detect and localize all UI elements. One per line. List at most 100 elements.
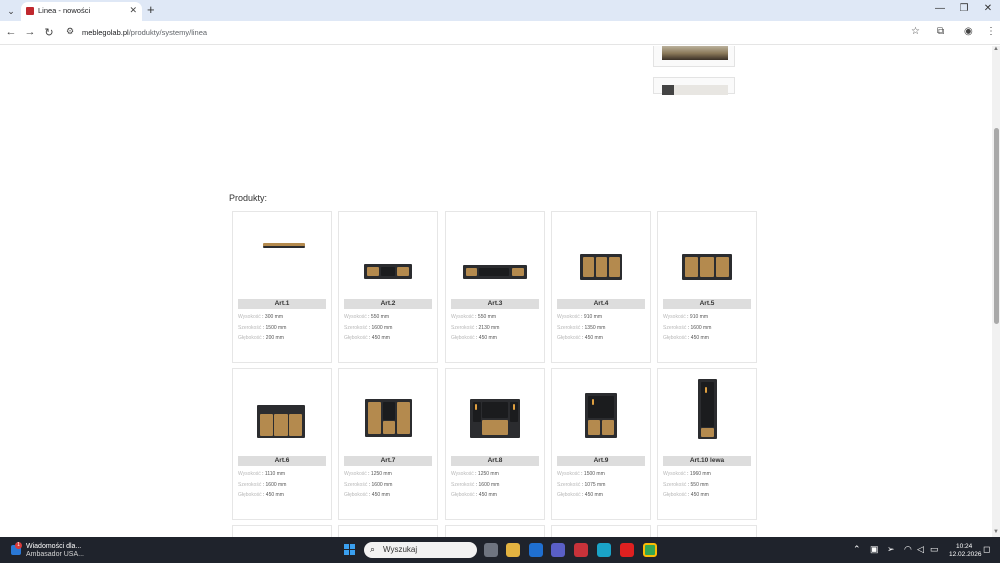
product-image[interactable] [552, 212, 650, 296]
product-card[interactable]: Art.3 Wysokość : 550 mm Szerokość : 2130 m… [445, 211, 545, 363]
gallery-thumbnail[interactable] [653, 46, 735, 67]
product-name[interactable]: Art.2 [344, 299, 432, 309]
product-name[interactable]: Art.6 [238, 456, 326, 466]
url-text[interactable]: meblegolab.pl/produkty/systemy/linea [82, 28, 207, 37]
product-card[interactable]: Art.4 Wysokość : 910 mm Szerokość : 1350 m… [551, 211, 651, 363]
product-image[interactable] [552, 369, 650, 453]
product-name[interactable]: Art.4 [557, 299, 645, 309]
product-card[interactable]: Art.2 Wysokość : 550 mm Szerokość : 1600 m… [338, 211, 438, 363]
spec-value: 450 mm [265, 492, 284, 498]
product-card[interactable] [445, 525, 545, 537]
product-image[interactable] [339, 212, 437, 296]
furniture-shape [475, 404, 477, 410]
outlook-icon[interactable] [529, 543, 543, 557]
scroll-down-icon[interactable]: ▼ [993, 529, 999, 535]
product-image[interactable] [446, 212, 544, 296]
product-image[interactable] [446, 369, 544, 453]
product-image[interactable] [233, 212, 331, 296]
notifications-icon[interactable]: ◻ [983, 544, 990, 555]
product-name[interactable]: Art.9 [557, 456, 645, 466]
task-view-icon[interactable] [484, 543, 498, 557]
taskbar-search[interactable]: ⌕ Wyszukaj [364, 542, 477, 558]
chrome-icon[interactable] [643, 543, 657, 557]
news-widget-title[interactable]: Wiadomości dla... [26, 543, 81, 550]
product-spec: Głębokość : 450 mm [451, 492, 497, 498]
news-widget-subtitle[interactable]: Ambasador USA... [26, 551, 84, 558]
spec-value: 1600 mm [478, 481, 500, 488]
product-spec: Głębokość : 200 mm [238, 335, 284, 341]
new-tab-button[interactable]: + [147, 3, 155, 17]
product-card[interactable]: Art.8 Wysokość : 1250 mm Szerokość : 1600 … [445, 368, 545, 520]
spec-label: Szerokość [238, 324, 262, 331]
product-card[interactable] [657, 525, 757, 537]
vertical-scrollbar[interactable]: ▲ ▼ [992, 46, 1000, 537]
spec-value: 910 mm [583, 314, 602, 320]
reload-icon[interactable]: ↻ [42, 26, 56, 39]
spec-value: 1600 mm [371, 324, 393, 331]
more-menu-icon[interactable]: ⋮ [986, 26, 996, 37]
scroll-up-icon[interactable]: ▲ [993, 46, 999, 52]
product-spec: Głębokość : 450 mm [557, 492, 603, 498]
product-image[interactable] [339, 369, 437, 453]
product-name[interactable]: Art.3 [451, 299, 539, 309]
clock-date[interactable]: 12.02.2026 [949, 551, 982, 558]
product-name[interactable]: Art.8 [451, 456, 539, 466]
product-card[interactable]: Art.10 lewa Wysokość : 1960 mm Szerokość :… [657, 368, 757, 520]
furniture-shape [367, 267, 379, 276]
address-bar[interactable]: ⚙ meblegolab.pl/produkty/systemy/linea ☆ [60, 23, 928, 42]
youtube-icon[interactable] [620, 543, 634, 557]
gallery-thumbnail[interactable] [653, 77, 735, 95]
battery-icon[interactable]: ▭ [930, 544, 939, 555]
furniture-shape [592, 399, 594, 405]
product-name[interactable]: Art.5 [663, 299, 751, 309]
spec-value: 910 mm [689, 314, 708, 320]
furniture-shape [289, 414, 302, 436]
product-image[interactable] [233, 369, 331, 453]
spec-value: 1960 mm [689, 471, 711, 477]
profile-icon[interactable]: ◉ [964, 26, 973, 37]
close-window-icon[interactable]: ✕ [981, 3, 995, 14]
file-explorer-icon[interactable] [506, 543, 520, 557]
tray-send-icon[interactable]: ➢ [887, 544, 895, 555]
wifi-icon[interactable]: ◠ [904, 544, 912, 555]
scrollbar-thumb[interactable] [994, 128, 999, 324]
product-card[interactable]: Art.1 Wysokość : 300 mm Szerokość : 1500 m… [232, 211, 332, 363]
site-info-icon[interactable]: ⚙ [66, 26, 74, 37]
product-name[interactable]: Art.10 lewa [663, 456, 751, 466]
spec-label: Głębokość [663, 492, 687, 498]
bookmark-star-icon[interactable]: ☆ [911, 26, 920, 37]
teams-icon[interactable] [551, 543, 565, 557]
security-app-icon[interactable] [574, 543, 588, 557]
product-image[interactable] [658, 369, 756, 453]
furniture-shape [513, 404, 515, 410]
forward-icon[interactable]: → [23, 26, 37, 38]
tray-app-icon[interactable]: ▣ [870, 544, 879, 555]
product-spec: Wysokość : 1250 mm [451, 471, 499, 477]
start-icon[interactable] [344, 544, 356, 556]
extensions-icon[interactable]: ⧉ [937, 26, 944, 37]
product-card[interactable]: Art.6 Wysokość : 1110 mm Szerokość : 1600 … [232, 368, 332, 520]
tray-overflow-icon[interactable]: ⌃ [853, 544, 861, 555]
tab-close-icon[interactable]: ✕ [129, 5, 137, 16]
product-name[interactable]: Art.7 [344, 456, 432, 466]
product-card[interactable] [232, 525, 332, 537]
browser-tab[interactable]: Linea - nowości ✕ [21, 2, 142, 21]
product-spec: Głębokość : 450 mm [663, 335, 709, 341]
edge-icon[interactable] [597, 543, 611, 557]
product-card[interactable] [551, 525, 651, 537]
product-card[interactable]: Art.9 Wysokość : 1500 mm Szerokość : 1075 … [551, 368, 651, 520]
product-spec: Szerokość : 1600 mm [238, 482, 286, 488]
volume-icon[interactable]: ◁ [917, 544, 924, 555]
product-card[interactable]: Art.5 Wysokość : 910 mm Szerokość : 1600 m… [657, 211, 757, 363]
maximize-icon[interactable]: ❐ [957, 3, 971, 14]
product-name[interactable]: Art.1 [238, 299, 326, 309]
product-image[interactable] [658, 212, 756, 296]
minimize-icon[interactable]: — [933, 3, 947, 14]
clock-time[interactable]: 10:24 [956, 543, 972, 550]
tab-menu-icon[interactable]: ⌄ [4, 4, 18, 18]
page-viewport: Produkty: Art.1 Wysokość : 300 mm Szerokoś… [0, 46, 992, 537]
back-icon[interactable]: ← [4, 26, 18, 38]
product-card[interactable] [338, 525, 438, 537]
spec-label: Głębokość [344, 335, 368, 341]
product-card[interactable]: Art.7 Wysokość : 1250 mm Szerokość : 1600 … [338, 368, 438, 520]
